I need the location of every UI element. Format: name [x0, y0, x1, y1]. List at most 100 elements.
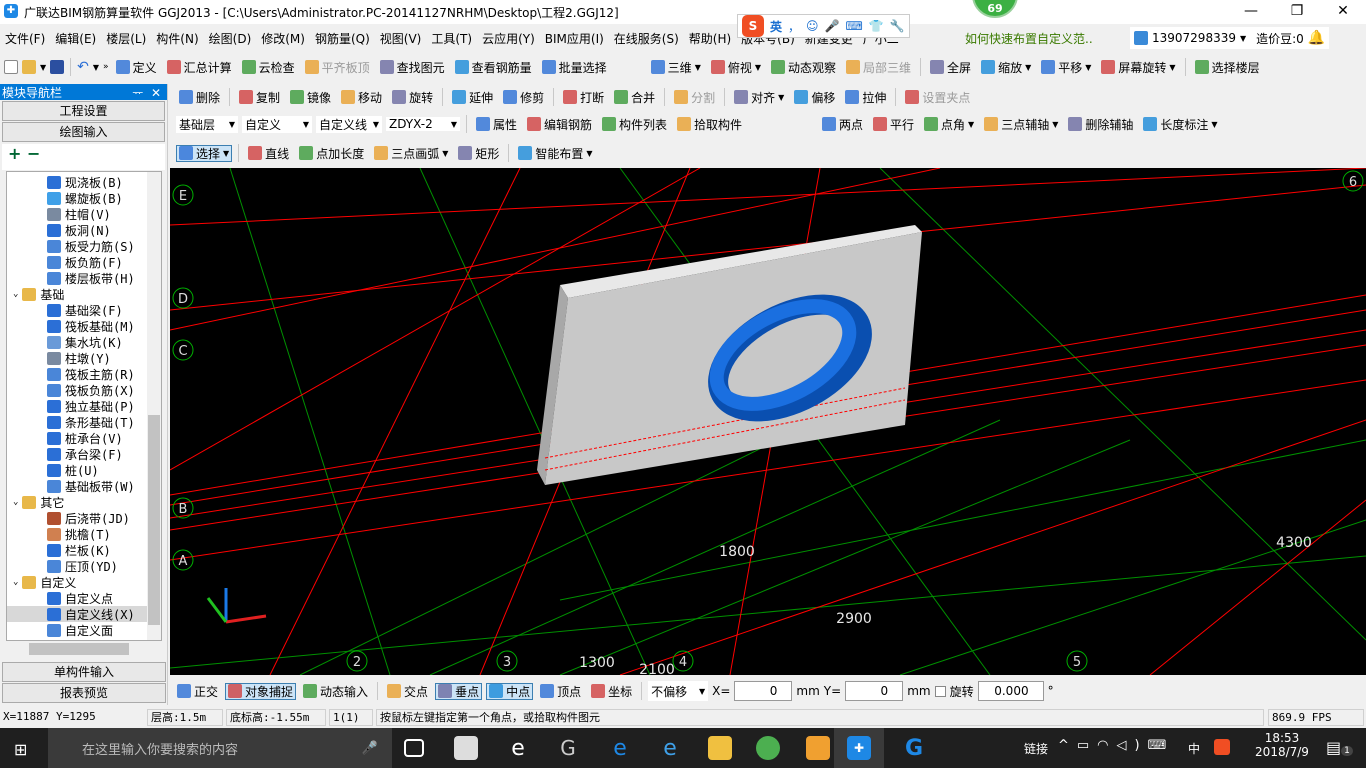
tool-tb1a-1[interactable]: 汇总计算 [164, 59, 235, 76]
clock[interactable]: 18:53 2018/7/9 [1254, 731, 1310, 759]
dropdown-arrow-icon[interactable]: ▼ [586, 149, 592, 158]
tray-icons[interactable]: ^▭◠◁)⌨ [1058, 738, 1174, 753]
tool-tb1a-4[interactable]: 查找图元 [377, 59, 448, 76]
tool-tbb-3[interactable]: 交点 [384, 683, 431, 700]
tool-tb2-4[interactable]: 旋转 [389, 89, 436, 106]
tool-tb1b-5[interactable]: 缩放 ▼ [978, 59, 1034, 76]
tool-tb3b-3[interactable]: 三点辅轴 ▼ [981, 116, 1061, 133]
tree-item[interactable]: 自定义点 [7, 590, 161, 606]
menu-item[interactable]: 文件(F) [0, 30, 50, 47]
3d-viewport[interactable]: E D C B A 2 3 4 5 6 1800 4300 2900 1300 2100 [169, 167, 1366, 678]
tree-item[interactable]: 螺旋板(B) [7, 190, 161, 206]
tool-tb2-9[interactable]: 分割 [671, 89, 718, 106]
tree-item[interactable]: 压顶(YD) [7, 558, 161, 574]
component-name-select[interactable]: ZDYX-2 ▼ [386, 117, 460, 131]
ime-punct-icon[interactable]: ， [788, 18, 800, 35]
tool-tb4-5[interactable]: 智能布置 ▼ [515, 145, 595, 162]
tool-tb3b-5[interactable]: 长度标注 ▼ [1140, 116, 1220, 133]
tool-tb1a-2[interactable]: 云检查 [239, 59, 298, 76]
dropdown-arrow-icon[interactable]: ▼ [968, 120, 974, 129]
notification-icon[interactable]: ▤ 1 [1326, 738, 1353, 757]
drawing-input-button[interactable]: 绘图输入 [2, 122, 165, 142]
tree-item[interactable]: 柱帽(V) [7, 206, 161, 222]
dropdown-arrow-icon[interactable]: ▼ [695, 63, 701, 72]
save-icon[interactable] [50, 60, 65, 74]
menu-item[interactable]: 修改(M) [256, 30, 310, 47]
tree-folder[interactable]: ⌄ 基础 [7, 286, 161, 302]
tree-item[interactable]: 板受力筋(S) [7, 238, 161, 254]
ggj-taskbar-button[interactable]: ✚ [834, 728, 884, 768]
help-tip-link[interactable]: 如何快速布置自定义范.. [965, 30, 1093, 47]
report-preview-button[interactable]: 报表预览 [2, 683, 166, 703]
taskbar-search[interactable]: 在这里输入你要搜索的内容 🎤 [48, 728, 392, 768]
dropdown-arrow-icon[interactable]: ▼ [1025, 63, 1031, 72]
ime-settings-icon[interactable]: 🔧 [890, 19, 905, 33]
tool-tb2-8[interactable]: 合并 [611, 89, 658, 106]
tool-tb1b-4[interactable]: 全屏 [927, 59, 974, 76]
tree-item[interactable]: 条形基础(T) [7, 414, 161, 430]
tree-item[interactable]: 桩(U) [7, 462, 161, 478]
ie-green-icon[interactable] [756, 736, 780, 760]
tool-tb2-11[interactable]: 偏移 [791, 89, 838, 106]
dropdown-arrow-icon[interactable]: ▼ [778, 93, 784, 102]
notepad-app-icon[interactable] [806, 736, 830, 760]
tree-item[interactable]: 挑檐(T) [7, 526, 161, 542]
tree-folder[interactable]: ⌄ 其它 [7, 494, 161, 510]
tree-item[interactable]: 筏板主筋(R) [7, 366, 161, 382]
tool-tb3b-1[interactable]: 平行 [870, 116, 917, 133]
tool-tb4-4[interactable]: 矩形 [455, 145, 502, 162]
tool-tb2-7[interactable]: 打断 [560, 89, 607, 106]
tool-tb4-0[interactable]: 选择 ▼ [176, 144, 233, 162]
tool-tb2-6[interactable]: 修剪 [500, 89, 547, 106]
ime-voice-icon[interactable]: 🎤 [825, 19, 840, 33]
tree-item[interactable]: 柱墩(Y) [7, 350, 161, 366]
user-account[interactable]: 13907298339 [1152, 31, 1236, 45]
chevron-down-icon[interactable]: ⌄ [13, 577, 18, 587]
menu-item[interactable]: 在线服务(S) [609, 30, 684, 47]
windows-start-icon[interactable]: ⊞ [14, 740, 27, 759]
tool-tb3a-3[interactable]: 拾取构件 [674, 116, 745, 133]
tool-tb1b-7[interactable]: 屏幕旋转 ▼ [1098, 59, 1178, 76]
rotate-checkbox[interactable] [934, 685, 946, 697]
tool-tb3b-4[interactable]: 删除辅轴 [1065, 116, 1136, 133]
scene-canvas[interactable]: E D C B A 2 3 4 5 6 1800 4300 2900 1300 2100 [169, 167, 1366, 678]
tool-tb2-0[interactable]: 删除 [176, 89, 223, 106]
dropdown-arrow-icon[interactable]: ▼ [223, 149, 229, 158]
tool-tb2-10[interactable]: 对齐 ▼ [731, 89, 787, 106]
project-settings-button[interactable]: 工程设置 [2, 101, 165, 121]
glodon-icon[interactable]: G [902, 736, 926, 761]
new-file-icon[interactable] [4, 60, 18, 74]
tool-tb1a-3[interactable]: 平齐板顶 [302, 59, 373, 76]
tool-tb4-1[interactable]: 直线 [245, 145, 292, 162]
minimize-button[interactable]: — [1228, 0, 1274, 24]
tray-link[interactable]: 链接 [1024, 740, 1048, 757]
tool-tbb-2[interactable]: 动态输入 [300, 683, 371, 700]
tool-tb1b-0[interactable]: 三维 ▼ [648, 59, 704, 76]
tool-tbb-0[interactable]: 正交 [174, 683, 221, 700]
tree-scroll-thumb[interactable] [148, 415, 160, 625]
ime-keyboard-icon[interactable]: ⌨ [846, 19, 863, 33]
tool-tb3a-1[interactable]: 编辑钢筋 [524, 116, 595, 133]
menu-item[interactable]: 绘图(D) [204, 30, 257, 47]
tree-item[interactable]: 栏板(K) [7, 542, 161, 558]
tool-tb2-2[interactable]: 镜像 [287, 89, 334, 106]
tree-item[interactable]: 现浇板(B) [7, 174, 161, 190]
dropdown-arrow-icon[interactable]: ▼ [442, 149, 448, 158]
dropdown-arrow-icon[interactable]: ▼ [1211, 120, 1217, 129]
dropdown-arrow-icon[interactable]: ▼ [1052, 120, 1058, 129]
tool-tb1b-3[interactable]: 局部三维 [843, 59, 914, 76]
panel-close-icon[interactable]: ✕ [151, 86, 161, 100]
x-input[interactable]: 0 [734, 681, 793, 701]
tool-tbb-7[interactable]: 坐标 [588, 683, 635, 700]
task-view-icon[interactable] [404, 739, 424, 757]
floor-select[interactable]: 基础层 ▼ [176, 115, 238, 133]
tree-item[interactable]: 板负筋(F) [7, 254, 161, 270]
menu-item[interactable]: 构件(N) [151, 30, 203, 47]
close-button[interactable]: ✕ [1320, 0, 1366, 24]
tool-tb3b-0[interactable]: 两点 [819, 116, 866, 133]
chevron-down-icon[interactable]: ⌄ [13, 289, 18, 299]
menu-item[interactable]: 编辑(E) [50, 30, 101, 47]
tree-item[interactable]: 独立基础(P) [7, 398, 161, 414]
tree-item[interactable]: 筏板基础(M) [7, 318, 161, 334]
fan-app-icon[interactable] [454, 736, 478, 760]
